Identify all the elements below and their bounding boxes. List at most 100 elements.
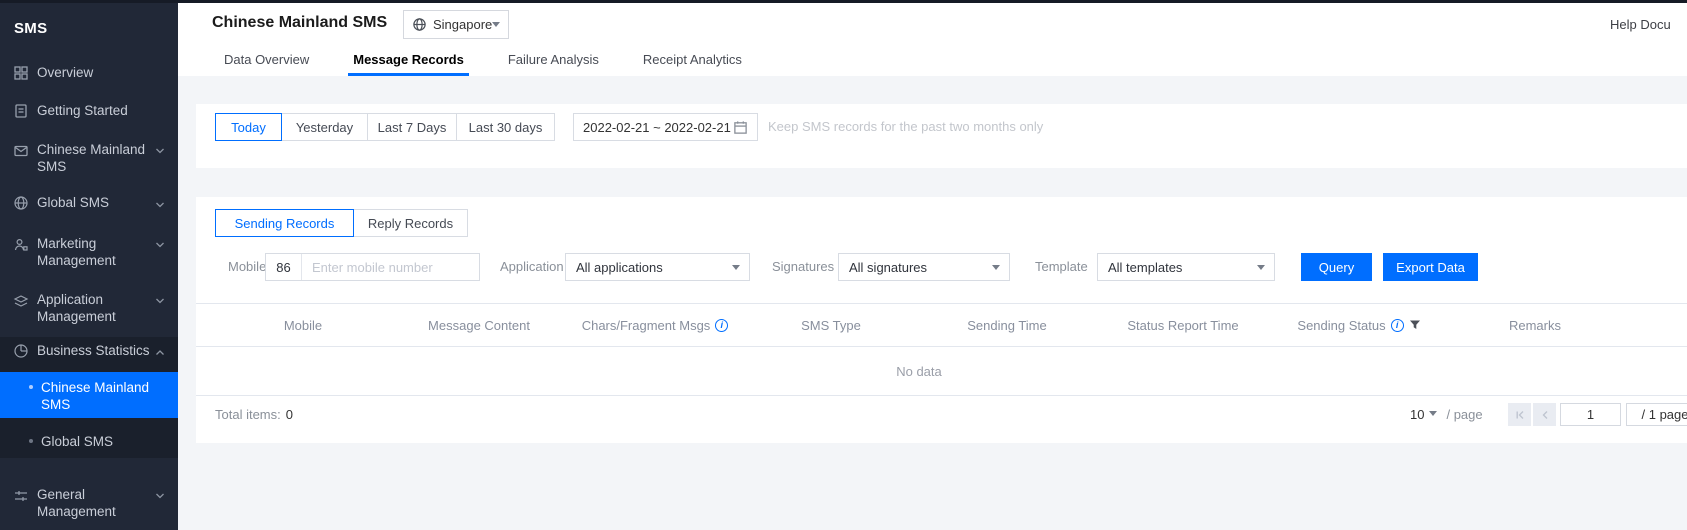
tab-receipt-analytics[interactable]: Receipt Analytics xyxy=(638,47,747,76)
first-page-icon xyxy=(1514,409,1526,421)
column-sending-time: Sending Time xyxy=(919,318,1095,333)
sidebar-item-business-global-sms[interactable]: Global SMS xyxy=(0,431,178,455)
column-message-content: Message Content xyxy=(391,318,567,333)
country-code-prefix: 86 xyxy=(266,254,302,280)
first-page-button[interactable] xyxy=(1508,403,1531,426)
range-last-7-days-button[interactable]: Last 7 Days xyxy=(367,113,457,141)
prev-page-button[interactable] xyxy=(1533,403,1556,426)
info-icon[interactable]: i xyxy=(1391,319,1404,332)
region-globe-icon xyxy=(412,17,427,32)
mobile-input-group: 86 xyxy=(265,253,480,281)
chevron-down-icon xyxy=(154,145,166,157)
date-range-segment: Today Yesterday Last 7 Days Last 30 days xyxy=(215,113,555,141)
layers-icon xyxy=(13,293,29,309)
chevron-down-icon xyxy=(1257,265,1265,274)
tab-failure-analysis[interactable]: Failure Analysis xyxy=(503,47,604,76)
range-yesterday-button[interactable]: Yesterday xyxy=(281,113,368,141)
template-select[interactable]: All templates xyxy=(1097,253,1275,281)
calendar-icon xyxy=(733,120,748,135)
chevron-down-icon xyxy=(732,265,740,274)
bullet-dot-icon xyxy=(29,385,33,389)
per-page-label: / page xyxy=(1446,407,1482,422)
records-card: Sending Records Reply Records Mobile 86 … xyxy=(196,197,1687,443)
total-items-value: 0 xyxy=(286,407,293,422)
prev-page-icon xyxy=(1539,409,1551,421)
total-items: Total items:0 xyxy=(215,403,293,426)
sidebar-item-getting-started[interactable]: Getting Started xyxy=(0,101,178,121)
region-label: Singapore xyxy=(433,17,492,32)
page-size-select[interactable]: 10 / page xyxy=(1410,403,1483,426)
sidebar-item-global-sms[interactable]: Global SMS xyxy=(0,193,178,213)
sidebar-item-label: Marketing Management xyxy=(37,235,155,269)
application-label: Application xyxy=(500,253,564,281)
chevron-up-icon xyxy=(154,347,166,359)
sidebar-item-marketing-management[interactable]: Marketing Management xyxy=(0,235,178,269)
chevron-down-icon xyxy=(154,239,166,251)
filter-funnel-icon[interactable] xyxy=(1409,319,1421,331)
export-data-button[interactable]: Export Data xyxy=(1383,253,1478,281)
sidebar-item-chinese-mainland-sms[interactable]: Chinese Mainland SMS xyxy=(0,141,178,175)
signatures-select[interactable]: All signatures xyxy=(838,253,1010,281)
no-data-text: No data xyxy=(215,347,1623,396)
sidebar-item-business-statistics[interactable]: Business Statistics xyxy=(0,341,178,361)
chevron-down-icon xyxy=(1429,411,1437,420)
date-range-input[interactable]: 2022-02-21 ~ 2022-02-21 xyxy=(573,113,758,141)
sidebar-group-business-statistics: Business Statistics Chinese Mainland SMS… xyxy=(0,337,178,458)
sidebar-item-overview[interactable]: Overview xyxy=(0,63,178,83)
column-status-report-time: Status Report Time xyxy=(1095,318,1271,333)
sidebar-item-label: Chinese Mainland SMS xyxy=(37,141,155,175)
sidebar-item-label: Global SMS xyxy=(41,433,165,450)
region-selector[interactable]: Singapore xyxy=(403,10,509,39)
tab-message-records[interactable]: Message Records xyxy=(348,47,469,76)
current-page-input[interactable] xyxy=(1560,403,1621,426)
tab-reply-records[interactable]: Reply Records xyxy=(353,209,468,237)
chevron-down-icon xyxy=(154,490,166,502)
info-icon[interactable]: i xyxy=(715,319,728,332)
signatures-select-value: All signatures xyxy=(849,260,927,275)
range-today-button[interactable]: Today xyxy=(215,113,282,141)
sidebar-item-label: Global SMS xyxy=(37,193,155,213)
sidebar-item-label: Application Management xyxy=(37,291,155,325)
range-last-30-days-button[interactable]: Last 30 days xyxy=(456,113,555,141)
mail-icon xyxy=(13,143,29,159)
chevron-down-icon xyxy=(992,265,1000,274)
sidebar-item-label: Chinese Mainland SMS xyxy=(41,379,165,413)
sidebar-item-label: General Management xyxy=(37,486,155,520)
overview-grid-icon xyxy=(13,65,29,81)
page-count-box: / 1 page xyxy=(1626,403,1687,426)
tab-bar: Data Overview Message Records Failure An… xyxy=(178,47,1687,76)
sidebar-item-business-chinese-mainland-sms[interactable]: Chinese Mainland SMS xyxy=(0,372,178,418)
mobile-number-input[interactable] xyxy=(302,254,479,280)
template-select-value: All templates xyxy=(1108,260,1182,275)
chevron-down-icon xyxy=(154,295,166,307)
column-remarks: Remarks xyxy=(1447,318,1623,333)
chevron-down-icon xyxy=(492,22,500,31)
table-header-row: Mobile Message Content Chars/Fragment Ms… xyxy=(196,303,1687,347)
template-label: Template xyxy=(1035,253,1088,281)
page-size-value: 10 xyxy=(1410,407,1424,422)
globe-icon xyxy=(13,195,29,211)
column-mobile: Mobile xyxy=(215,318,391,333)
sidebar-item-label: Business Statistics xyxy=(37,341,155,361)
sidebar-item-application-management[interactable]: Application Management xyxy=(0,291,178,325)
sidebar-item-label: Overview xyxy=(37,63,155,83)
query-button[interactable]: Query xyxy=(1301,253,1372,281)
column-chars-fragment-msgs: Chars/Fragment Msgs i xyxy=(567,318,743,333)
window-top-edge xyxy=(0,0,1687,3)
column-sending-status: Sending Status i xyxy=(1271,318,1447,333)
sidebar-app-title: SMS xyxy=(14,20,47,37)
person-icon xyxy=(13,237,29,253)
record-type-tabs: Sending Records Reply Records xyxy=(215,209,468,237)
retention-hint: Keep SMS records for the past two months… xyxy=(768,113,1043,141)
tab-data-overview[interactable]: Data Overview xyxy=(219,47,314,76)
sidebar: SMS Overview Getting Started Chinese Mai… xyxy=(0,0,178,530)
application-select[interactable]: All applications xyxy=(565,253,750,281)
sidebar-item-label: Getting Started xyxy=(37,101,155,121)
date-filter-card: Today Yesterday Last 7 Days Last 30 days… xyxy=(196,104,1687,168)
help-doc-link[interactable]: Help Docu xyxy=(1610,17,1671,32)
mobile-label: Mobile xyxy=(228,253,266,281)
tab-sending-records[interactable]: Sending Records xyxy=(215,209,354,237)
topbar: Chinese Mainland SMS Singapore xyxy=(178,0,1687,47)
document-icon xyxy=(13,103,29,119)
sidebar-item-general-management[interactable]: General Management xyxy=(0,486,178,520)
